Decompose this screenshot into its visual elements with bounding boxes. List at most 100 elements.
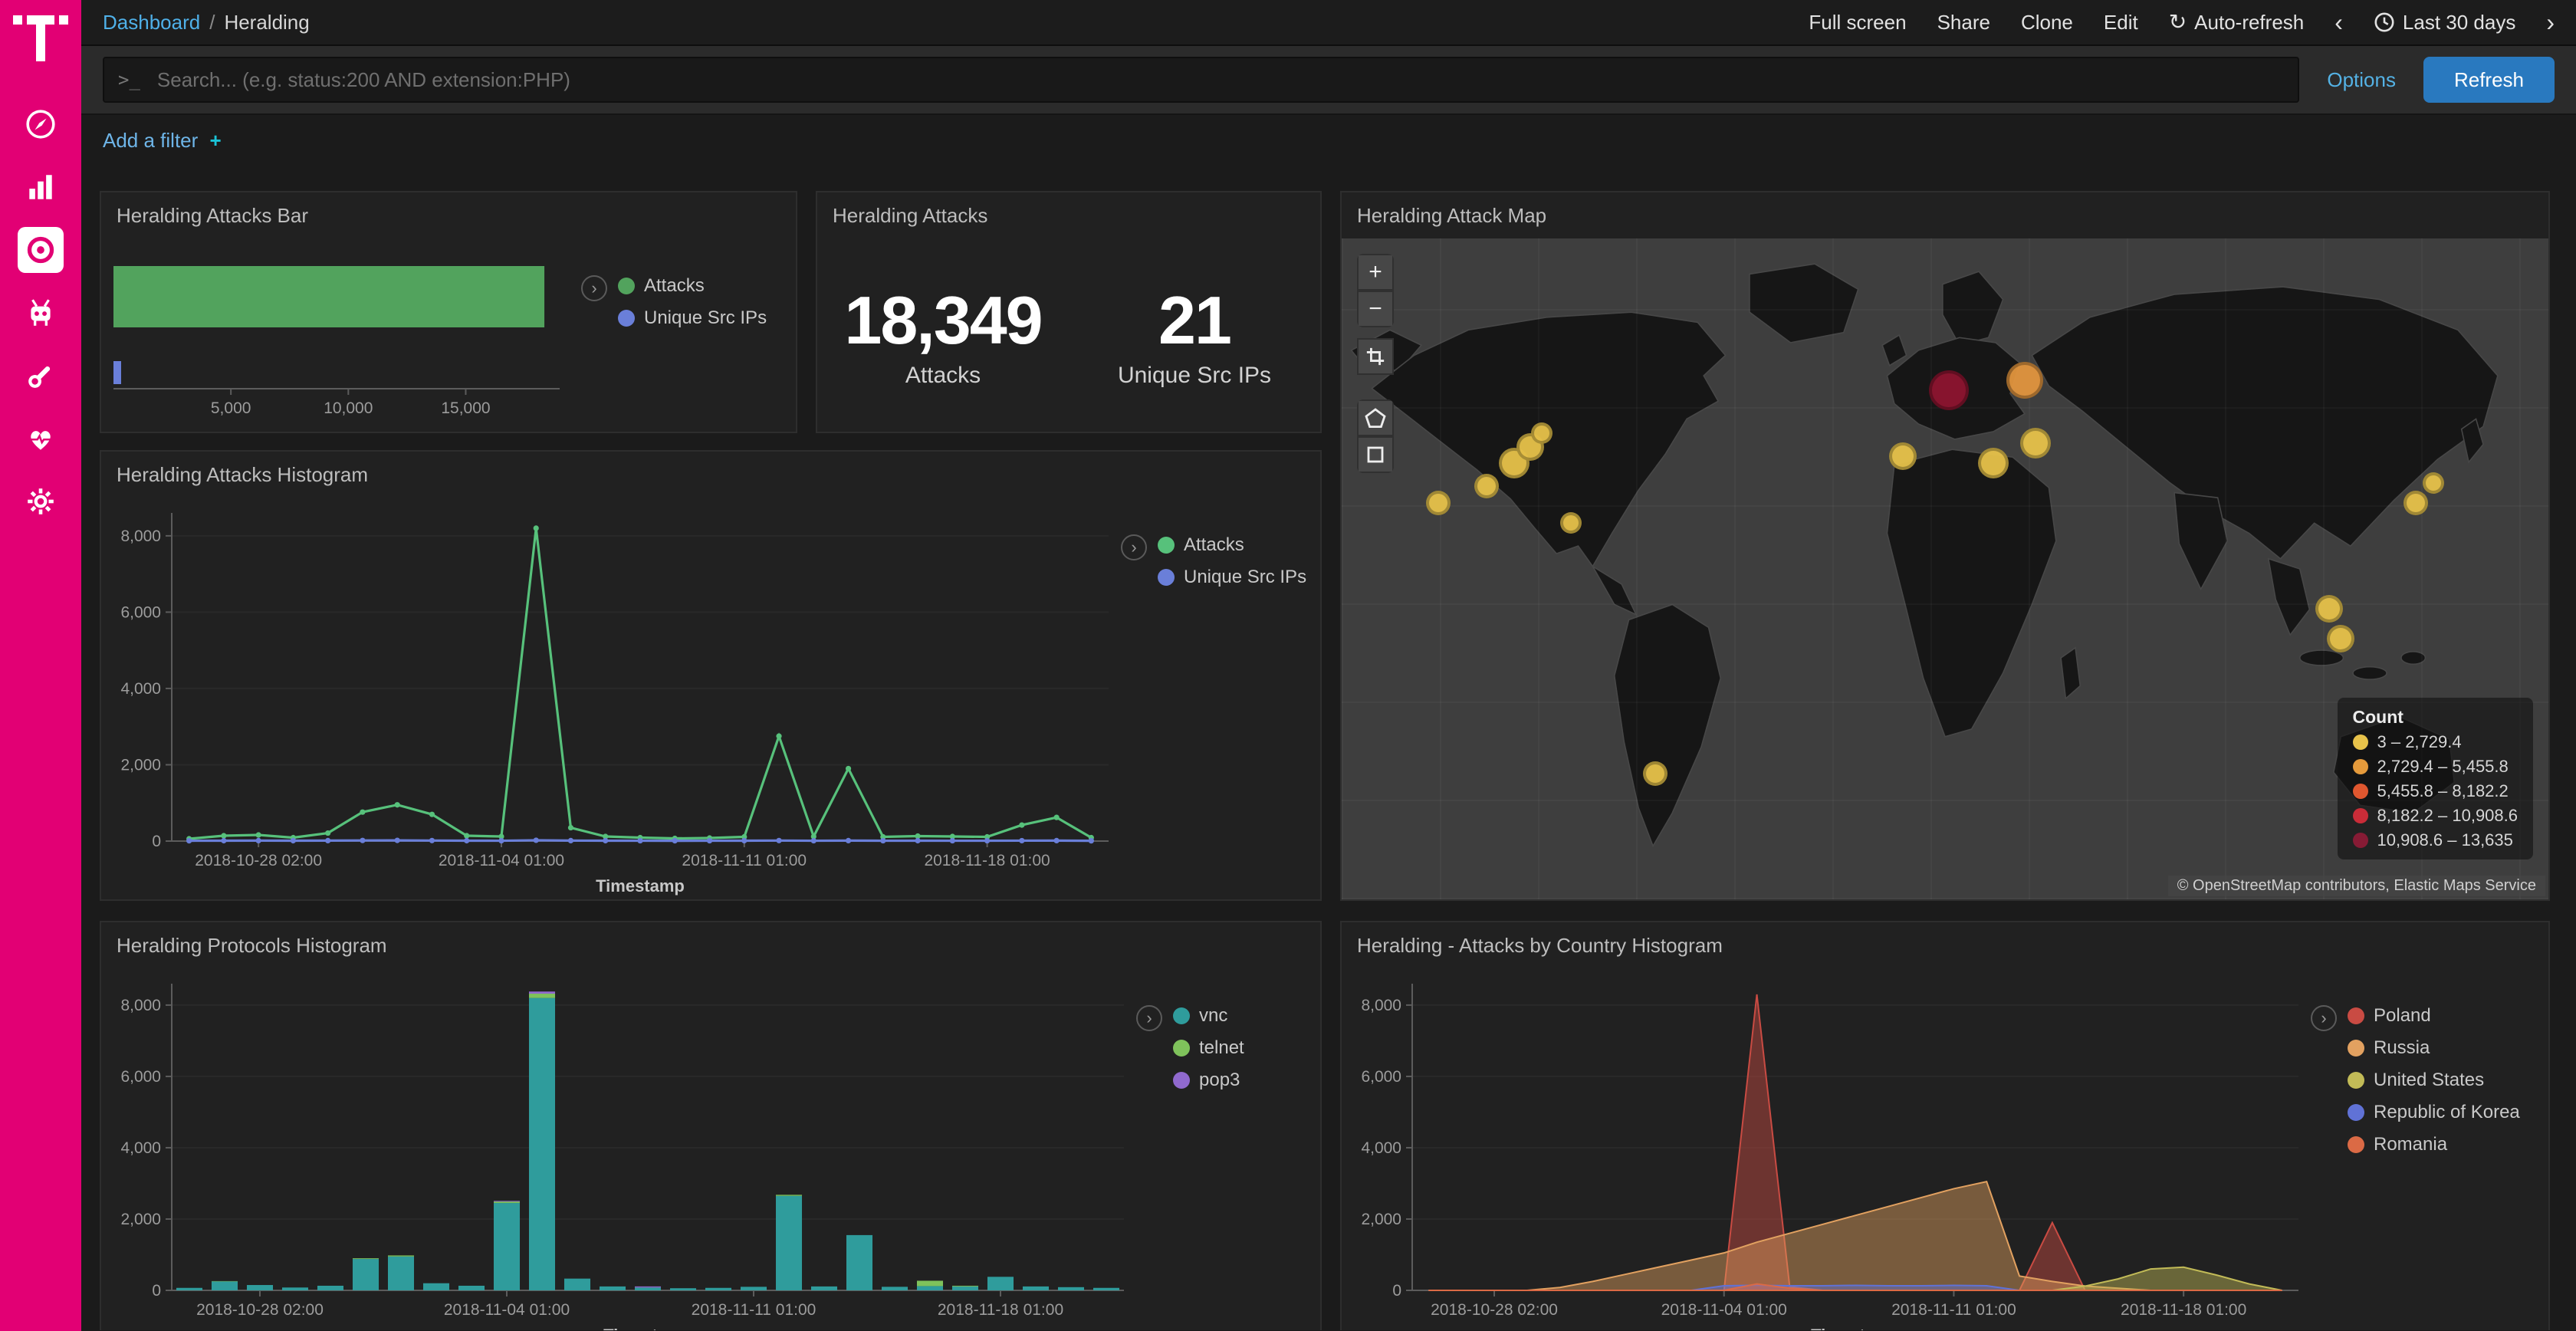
panel-title-attacks-bar[interactable]: Heralding Attacks Bar (101, 192, 796, 238)
attack-location-dot[interactable] (2315, 595, 2343, 623)
svg-text:6,000: 6,000 (120, 603, 161, 621)
svg-text:5,000: 5,000 (211, 399, 251, 417)
gear-icon[interactable] (18, 478, 64, 524)
map-legend-row: 8,182.2 – 10,908.6 (2353, 806, 2518, 826)
unique-src-ips-count: 21 (1069, 281, 1320, 360)
zoom-out-button[interactable]: − (1357, 291, 1394, 327)
svg-text:2,000: 2,000 (1361, 1211, 1401, 1228)
svg-text:6,000: 6,000 (1361, 1068, 1401, 1086)
legend-item-pop3[interactable]: pop3 (1173, 1070, 1244, 1091)
attack-location-dot[interactable] (2006, 362, 2043, 399)
svg-text:2,000: 2,000 (120, 1211, 161, 1228)
fit-bounds-button[interactable] (1357, 338, 1394, 375)
svg-text:2018-11-04 01:00: 2018-11-04 01:00 (1661, 1301, 1787, 1319)
svg-text:2018-10-28 02:00: 2018-10-28 02:00 (1431, 1301, 1558, 1319)
time-range-picker[interactable]: Last 30 days (2374, 11, 2515, 35)
breadcrumb-current: Heralding (224, 11, 309, 35)
time-prev-icon[interactable]: ‹ (2334, 10, 2343, 35)
auto-refresh-button[interactable]: ↻ Auto-refresh (2169, 11, 2305, 35)
wrench-icon[interactable] (18, 353, 64, 399)
add-filter-link[interactable]: Add a filter (103, 129, 198, 152)
world-map[interactable]: + − (1342, 238, 2548, 899)
breadcrumb-dashboard-link[interactable]: Dashboard (103, 11, 200, 35)
attacks-bar-chart-canvas[interactable]: 5,00010,00015,000 (101, 238, 581, 432)
svg-text:2018-10-28 02:00: 2018-10-28 02:00 (196, 1301, 324, 1319)
attacks-histogram-legend: › Attacks Unique Src IPs (1121, 498, 1320, 899)
zoom-in-button[interactable]: + (1357, 254, 1394, 291)
attack-location-dot[interactable] (1531, 422, 1552, 444)
legend-item-vnc[interactable]: vnc (1173, 1005, 1244, 1027)
panel-title-attack-map[interactable]: Heralding Attack Map (1342, 192, 2548, 238)
legend-item-telnet[interactable]: telnet (1173, 1037, 1244, 1059)
attack-location-dot[interactable] (1643, 761, 1668, 786)
robot-icon[interactable] (18, 290, 64, 336)
svg-text:2018-11-11 01:00: 2018-11-11 01:00 (692, 1301, 816, 1319)
target-icon-active[interactable] (18, 227, 64, 273)
filter-bar: Add a filter + (81, 115, 2576, 166)
legend-collapse-icon[interactable]: › (2311, 1005, 2337, 1031)
attacks-bar-legend: › Attacks Unique Src IPs (581, 238, 796, 432)
draw-rectangle-button[interactable] (1357, 436, 1394, 473)
attack-location-dot[interactable] (1929, 370, 1969, 410)
legend-item-attacks[interactable]: Attacks (618, 275, 767, 297)
legend-collapse-icon[interactable]: › (1121, 534, 1147, 560)
attack-location-dot[interactable] (1560, 512, 1582, 534)
attack-location-dot[interactable] (1889, 442, 1917, 470)
app-sidebar (0, 0, 81, 1331)
attack-location-dot[interactable] (2327, 625, 2354, 652)
svg-text:8,000: 8,000 (120, 997, 161, 1014)
heartbeat-icon[interactable] (18, 416, 64, 462)
attacks-histogram-canvas[interactable]: 02,0004,0006,0008,0002018-10-28 02:00201… (101, 498, 1121, 899)
telekom-t-logo[interactable] (13, 15, 68, 71)
attack-location-dot[interactable] (1978, 448, 2009, 478)
attack-location-dot[interactable] (2404, 491, 2428, 515)
options-link[interactable]: Options (2327, 68, 2396, 92)
legend-item-romania[interactable]: Romania (2348, 1134, 2520, 1155)
share-button[interactable]: Share (1937, 11, 1990, 35)
svg-text:2018-11-18 01:00: 2018-11-18 01:00 (2121, 1301, 2246, 1319)
clone-button[interactable]: Clone (2021, 11, 2073, 35)
legend-item-unique-src-ips[interactable]: Unique Src IPs (618, 307, 767, 329)
bar-chart-icon[interactable] (18, 164, 64, 210)
svg-text:15,000: 15,000 (441, 399, 490, 417)
sidebar-menu (18, 101, 64, 524)
svg-text:2018-11-18 01:00: 2018-11-18 01:00 (924, 852, 1050, 869)
svg-text:8,000: 8,000 (1361, 997, 1401, 1014)
pentagon-icon (1365, 407, 1386, 429)
compass-icon[interactable] (18, 101, 64, 147)
legend-item-russia[interactable]: Russia (2348, 1037, 2520, 1059)
panel-title-protocols-histogram[interactable]: Heralding Protocols Histogram (101, 922, 1320, 968)
time-next-icon[interactable]: › (2546, 10, 2555, 35)
svg-text:4,000: 4,000 (120, 680, 161, 698)
legend-item-united-states[interactable]: United States (2348, 1070, 2520, 1091)
svg-text:4,000: 4,000 (1361, 1139, 1401, 1157)
attack-location-dot[interactable] (1474, 474, 1499, 498)
draw-polygon-button[interactable] (1357, 399, 1394, 436)
map-count-legend: Count 3 – 2,729.42,729.4 – 5,455.85,455.… (2338, 698, 2534, 859)
panel-title-attacks-metric[interactable]: Heralding Attacks (817, 192, 1320, 238)
fullscreen-button[interactable]: Full screen (1809, 11, 1906, 35)
attack-location-dot[interactable] (1426, 491, 1451, 515)
add-filter-plus-icon[interactable]: + (210, 129, 222, 152)
crop-icon (1365, 347, 1385, 366)
search-input[interactable] (154, 67, 2298, 94)
rectangle-icon (1365, 444, 1386, 465)
legend-item-unique-src-ips[interactable]: Unique Src IPs (1158, 567, 1306, 588)
svg-text:6,000: 6,000 (120, 1068, 161, 1086)
panel-title-attacks-histogram[interactable]: Heralding Attacks Histogram (101, 452, 1320, 498)
panel-title-attacks-by-country[interactable]: Heralding - Attacks by Country Histogram (1342, 922, 2548, 968)
protocols-histogram-canvas[interactable]: 02,0004,0006,0008,0002018-10-28 02:00201… (101, 968, 1136, 1330)
legend-item-attacks[interactable]: Attacks (1158, 534, 1306, 556)
legend-item-republic-of-korea[interactable]: Republic of Korea (2348, 1102, 2520, 1123)
country-histogram-canvas[interactable]: 02,0004,0006,0008,0002018-10-28 02:00201… (1342, 968, 2311, 1330)
legend-collapse-icon[interactable]: › (1136, 1005, 1162, 1031)
panel-heralding-attack-map: Heralding Attack Map (1340, 191, 2550, 901)
legend-item-poland[interactable]: Poland (2348, 1005, 2520, 1027)
attack-location-dot[interactable] (2020, 428, 2051, 458)
legend-collapse-icon[interactable]: › (581, 275, 607, 301)
svg-text:Timestamp: Timestamp (596, 876, 685, 896)
edit-button[interactable]: Edit (2104, 11, 2138, 35)
svg-text:2,000: 2,000 (120, 756, 161, 774)
refresh-button[interactable]: Refresh (2423, 57, 2555, 103)
attack-location-dot[interactable] (2423, 472, 2444, 494)
